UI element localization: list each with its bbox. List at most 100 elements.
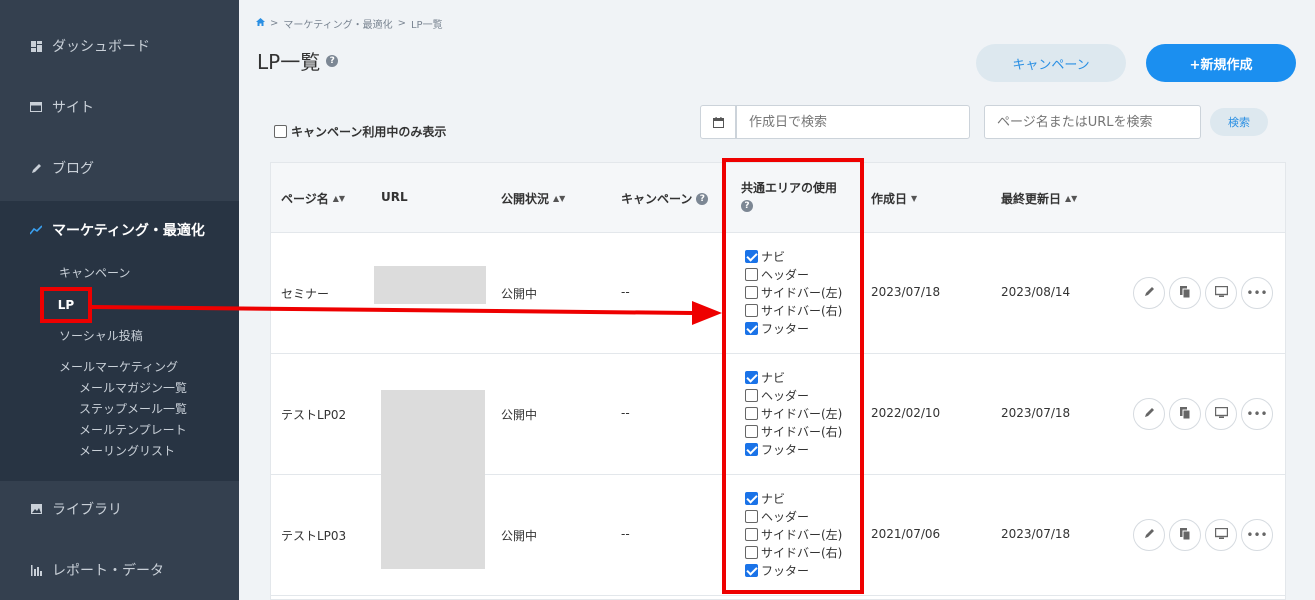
sort-icon: ▲▼ (332, 194, 346, 203)
sidebar-sub-mail-magazine[interactable]: メールマガジン一覧 (79, 379, 187, 396)
campaign-button[interactable]: キャンペーン (976, 44, 1126, 82)
row-actions: ••• (1133, 398, 1273, 430)
sidebar-item-dashboard[interactable]: ダッシュボード (0, 16, 239, 76)
copy-button[interactable] (1169, 277, 1201, 309)
row-created: 2023/07/18 (871, 285, 941, 299)
row-status: 公開中 (501, 408, 538, 422)
row-created: 2022/02/10 (871, 406, 941, 420)
more-icon: ••• (1246, 407, 1268, 421)
pencil-icon (1144, 286, 1155, 300)
sidebar-item-blog[interactable]: ブログ (0, 138, 239, 198)
row-status: 公開中 (501, 287, 538, 301)
row-updated: 2023/07/18 (1001, 406, 1071, 420)
col-status-label: 公開状況 (501, 192, 550, 206)
more-icon: ••• (1246, 528, 1268, 542)
row-updated: 2023/07/18 (1001, 527, 1071, 541)
more-button[interactable]: ••• (1241, 519, 1273, 551)
col-updated[interactable]: 最終更新日 ▲▼ (1001, 190, 1077, 207)
sidebar-item-label: レポート・データ (52, 563, 164, 579)
breadcrumb-current: LP一覧 (410, 20, 443, 31)
col-page-name[interactable]: ページ名 ▲▼ (281, 190, 345, 207)
sidebar-item-label: ブログ (52, 161, 94, 177)
more-icon: ••• (1246, 286, 1268, 300)
monitor-icon (1214, 285, 1228, 300)
url-redacted (381, 390, 485, 475)
site-icon (30, 101, 42, 113)
row-page-name[interactable]: テストLP03 (281, 527, 346, 544)
col-campaign: キャンペーン? (621, 190, 709, 207)
main-content: > マーケティング・最適化 > LP一覧 LP一覧 ? キャンペーン +新規作成… (239, 0, 1315, 600)
row-page-name[interactable]: セミナー (281, 285, 329, 302)
copy-icon (1179, 406, 1191, 422)
copy-button[interactable] (1169, 519, 1201, 551)
copy-button[interactable] (1169, 398, 1201, 430)
row-page-name[interactable]: テストLP02 (281, 406, 346, 423)
new-create-button[interactable]: +新規作成 (1146, 44, 1296, 82)
sidebar-item-label: サイト (52, 100, 94, 116)
row-actions: ••• (1133, 519, 1273, 551)
col-updated-label: 最終更新日 (1001, 192, 1062, 206)
campaign-only-filter[interactable]: キャンペーン利用中のみ表示 (274, 123, 446, 140)
col-url-label: URL (381, 190, 408, 204)
bar-chart-icon (30, 564, 42, 576)
url-redacted (381, 475, 485, 569)
breadcrumb-marketing[interactable]: マーケティング・最適化 (283, 16, 392, 31)
sidebar-sub-campaign[interactable]: キャンペーン (59, 264, 130, 281)
more-button[interactable]: ••• (1241, 277, 1273, 309)
more-button[interactable]: ••• (1241, 398, 1273, 430)
col-created[interactable]: 作成日 ▼ (871, 190, 917, 207)
dashboard-icon (30, 40, 42, 52)
monitor-icon (1214, 527, 1228, 542)
pencil-icon (30, 162, 42, 174)
search-button[interactable]: 検索 (1210, 108, 1268, 136)
preview-button[interactable] (1205, 519, 1237, 551)
sidebar-sub-step-mail[interactable]: ステップメール一覧 (79, 400, 187, 417)
home-icon[interactable] (256, 18, 265, 29)
sidebar-item-report[interactable]: レポート・データ (0, 540, 239, 600)
row-updated: 2023/08/14 (1001, 285, 1071, 299)
edit-button[interactable] (1133, 398, 1165, 430)
campaign-only-label: キャンペーン利用中のみ表示 (291, 125, 447, 139)
col-url: URL (381, 190, 408, 204)
row-campaign: -- (621, 406, 630, 420)
sidebar-sub-social[interactable]: ソーシャル投稿 (59, 327, 143, 344)
date-search-input[interactable] (736, 105, 970, 139)
sidebar-item-marketing[interactable]: マーケティング・最適化 (0, 200, 239, 260)
sidebar: ダッシュボード サイト ブログ マーケティング・最適化 キャンペーン LP ソー… (0, 0, 239, 600)
sidebar-sub-lp[interactable]: LP (40, 287, 92, 323)
pencil-icon (1144, 407, 1155, 421)
chart-line-icon (30, 224, 42, 236)
sidebar-item-label: ライブラリ (52, 502, 122, 518)
sidebar-item-library[interactable]: ライブラリ (0, 479, 239, 539)
col-campaign-label: キャンペーン (621, 192, 693, 206)
sidebar-sub-lp-label: LP (57, 298, 75, 312)
page-title: LP一覧 ? (257, 46, 339, 75)
sidebar-sub-mailing-list[interactable]: メーリングリスト (79, 442, 175, 459)
col-page-name-label: ページ名 (281, 192, 329, 206)
monitor-icon (1214, 406, 1228, 421)
pencil-icon (1144, 528, 1155, 542)
breadcrumb-separator: > (397, 18, 406, 29)
page-search-input[interactable] (984, 105, 1201, 139)
common-area-highlight (722, 158, 864, 594)
campaign-only-checkbox[interactable] (274, 125, 287, 138)
calendar-icon[interactable] (700, 105, 736, 139)
col-created-label: 作成日 (871, 192, 908, 206)
col-status[interactable]: 公開状況 ▲▼ (501, 190, 565, 207)
help-icon[interactable]: ? (696, 192, 709, 205)
row-campaign: -- (621, 527, 630, 541)
sidebar-sub-mail-marketing[interactable]: メールマーケティング (59, 358, 178, 375)
sort-icon: ▲▼ (1065, 194, 1078, 203)
edit-button[interactable] (1133, 277, 1165, 309)
sidebar-sub-mail-template[interactable]: メールテンプレート (79, 421, 187, 438)
preview-button[interactable] (1205, 398, 1237, 430)
sort-desc-icon: ▼ (911, 194, 918, 203)
edit-button[interactable] (1133, 519, 1165, 551)
breadcrumb-separator: > (270, 18, 279, 29)
sidebar-item-label: マーケティング・最適化 (52, 223, 205, 239)
copy-icon (1179, 527, 1191, 543)
sidebar-item-site[interactable]: サイト (0, 77, 239, 137)
help-icon[interactable]: ? (326, 54, 339, 67)
page-title-text: LP一覧 (257, 50, 321, 74)
preview-button[interactable] (1205, 277, 1237, 309)
